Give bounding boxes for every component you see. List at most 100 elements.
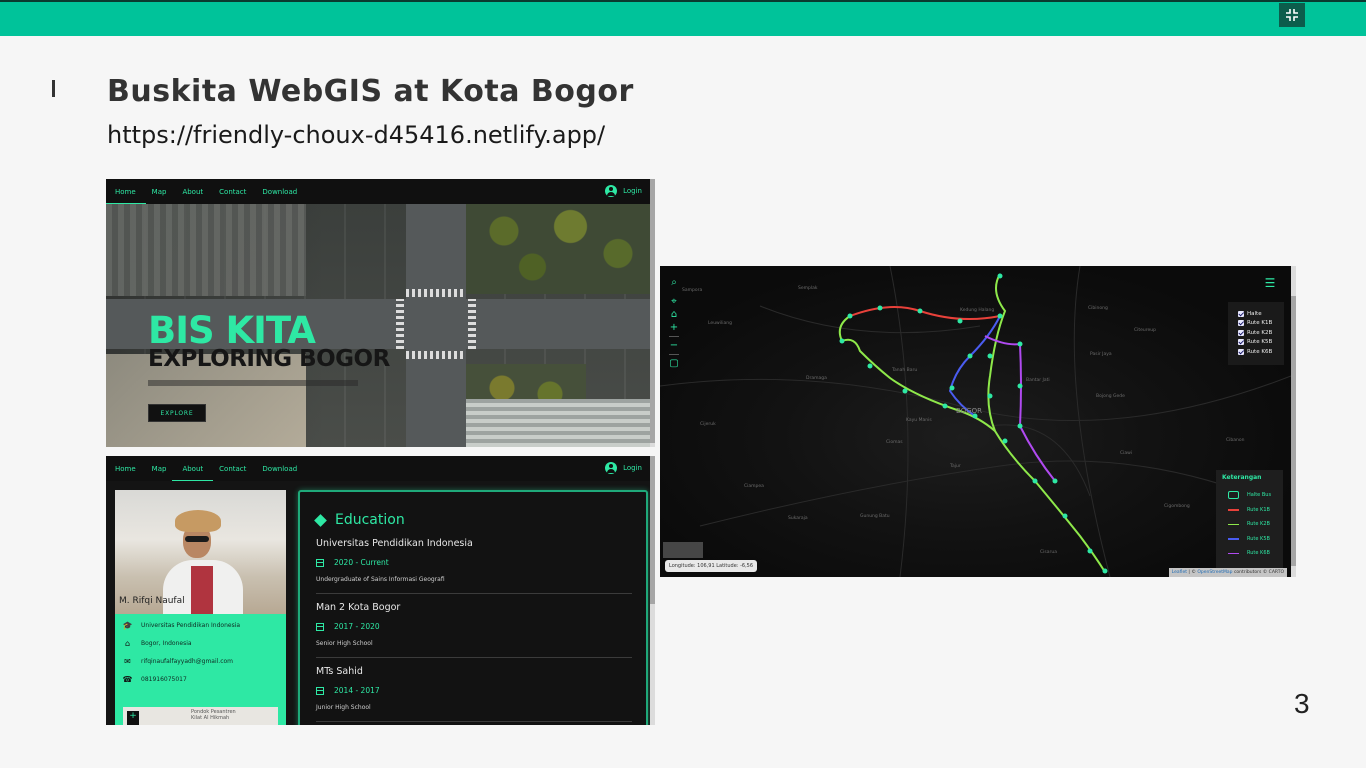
locate-icon[interactable]: ⌖ bbox=[671, 295, 677, 308]
diamond-icon bbox=[314, 513, 327, 527]
crosswalk bbox=[396, 299, 404, 349]
place-label: Cibinong bbox=[1088, 306, 1108, 311]
profile-info: 🎓 Universitas Pendidikan Indonesia ⌂ Bog… bbox=[115, 614, 286, 725]
place-label: Sampora bbox=[682, 288, 703, 293]
checkbox-icon bbox=[1238, 339, 1244, 346]
place-label: Ciomas bbox=[886, 440, 903, 445]
checkbox-icon bbox=[1238, 329, 1244, 336]
search-icon[interactable]: ⌕ bbox=[671, 276, 677, 289]
education-card: Education Universitas Pendidikan Indones… bbox=[298, 490, 648, 725]
checkbox-icon bbox=[1238, 348, 1244, 355]
info-university: 🎓 Universitas Pendidikan Indonesia bbox=[122, 620, 241, 630]
map-scale-bar bbox=[663, 542, 703, 558]
page-number: 3 bbox=[1294, 688, 1310, 719]
map-attribution: Leaflet | © OpenStreetMap contributors ©… bbox=[1168, 568, 1287, 577]
checkbox-icon bbox=[1238, 320, 1244, 327]
about-body: M. Rifqi Naufal 🎓 Universitas Pendidikan… bbox=[106, 481, 655, 725]
hero-subtitle: EXPLORING BOGOR bbox=[148, 346, 390, 372]
calendar-icon bbox=[316, 558, 324, 567]
nav-home[interactable]: Home bbox=[115, 465, 136, 473]
nav-map[interactable]: Map bbox=[152, 188, 167, 196]
place-label: Cijeruk bbox=[700, 422, 716, 427]
legend-item: Rute K1B bbox=[1222, 503, 1283, 518]
profile-photo: M. Rifqi Naufal bbox=[115, 490, 286, 614]
slide-top-bar bbox=[0, 0, 1366, 36]
leaflet-link[interactable]: Leaflet bbox=[1172, 570, 1187, 575]
place-label: Ciampea bbox=[744, 484, 764, 489]
legend-item: Halte Bus bbox=[1222, 488, 1283, 503]
login-link[interactable]: Login bbox=[605, 462, 642, 474]
print-icon[interactable]: ▢ bbox=[669, 357, 678, 370]
profile-card: M. Rifqi Naufal 🎓 Universitas Pendidikan… bbox=[115, 490, 286, 725]
education-item: MTs Sahid 2014 - 2017 Junior High School bbox=[316, 666, 632, 722]
nav-about[interactable]: About bbox=[172, 465, 213, 481]
layer-toggle-halte[interactable]: Halte bbox=[1238, 309, 1284, 319]
calendar-icon bbox=[316, 686, 324, 695]
map-scrollbar[interactable] bbox=[1291, 266, 1296, 577]
crosswalk bbox=[406, 289, 466, 297]
legend-item: Rute K5B bbox=[1222, 532, 1283, 547]
education-item: Universitas Pendidikan Indonesia 2020 - … bbox=[316, 538, 632, 594]
place-label: Semplak bbox=[798, 286, 818, 291]
layer-control-panel: Halte Rute K1B Rute K2B Rute K5B Rute K6… bbox=[1228, 302, 1284, 365]
layer-toggle-k6b[interactable]: Rute K6B bbox=[1238, 347, 1284, 357]
aerial-city-photo: BIS KITA EXPLORING BOGOR EXPLORE bbox=[106, 204, 655, 447]
nav-download[interactable]: Download bbox=[262, 188, 297, 196]
slide-url: https://friendly-choux-d45416.netlify.ap… bbox=[107, 121, 606, 149]
info-phone: ☎ 081916075017 bbox=[122, 674, 187, 684]
nav-map[interactable]: Map bbox=[152, 465, 167, 473]
osm-link[interactable]: OpenStreetMap bbox=[1197, 570, 1232, 575]
slide-title: Buskita WebGIS at Kota Bogor bbox=[107, 74, 634, 109]
place-label: Pasir Jaya bbox=[1090, 352, 1112, 357]
exit-fullscreen-button[interactable] bbox=[1279, 3, 1305, 27]
nav-contact[interactable]: Contact bbox=[219, 188, 246, 196]
hero-screenshot: Home Map About Contact Download Login BI… bbox=[106, 179, 655, 447]
city-label: BOGOR bbox=[956, 407, 982, 415]
about-scrollbar[interactable] bbox=[650, 456, 655, 725]
zoom-out-icon[interactable]: − bbox=[670, 339, 678, 352]
coordinate-readout: Longitude: 106,91 Latitude: -6,56 bbox=[665, 560, 758, 572]
zoom-in-icon[interactable]: + bbox=[670, 321, 678, 334]
place-label: Dramaga bbox=[806, 376, 827, 381]
education-heading: Education bbox=[314, 512, 405, 528]
education-item: Man 2 Kota Bogor 2017 - 2020 Senior High… bbox=[316, 602, 632, 658]
place-label: Bantar Jati bbox=[1026, 378, 1050, 383]
user-circle-icon bbox=[605, 185, 618, 197]
layers-icon[interactable]: ☰ bbox=[1262, 276, 1278, 290]
location-mini-map[interactable]: + Pondok Pesantren Kilat Al Hikmah bbox=[123, 707, 278, 725]
building-right-bottom bbox=[466, 399, 655, 447]
nav-about[interactable]: About bbox=[182, 188, 203, 196]
home-icon[interactable]: ⌂ bbox=[671, 308, 677, 321]
map-toolbar: ⌕ ⌖ ⌂ + − ▢ bbox=[667, 276, 681, 370]
user-circle-icon bbox=[605, 462, 618, 474]
place-label: Gunung Batu bbox=[860, 514, 890, 519]
zoom-in-button[interactable]: + bbox=[127, 711, 139, 725]
hero-scrollbar[interactable] bbox=[650, 179, 655, 447]
info-email: ✉ rifqinaufalfayyadh@gmail.com bbox=[124, 656, 234, 666]
nav-contact[interactable]: Contact bbox=[219, 465, 246, 473]
about-navbar: Home Map About Contact Download Login bbox=[106, 456, 650, 481]
explore-button[interactable]: EXPLORE bbox=[148, 404, 206, 422]
info-location: ⌂ Bogor, Indonesia bbox=[124, 638, 192, 648]
place-label: Ciawi bbox=[1120, 451, 1133, 456]
graduation-cap-icon: 🎓 bbox=[122, 620, 133, 630]
layer-toggle-k1b[interactable]: Rute K1B bbox=[1238, 319, 1284, 329]
nav-home[interactable]: Home bbox=[106, 188, 146, 204]
place-label: Citeureup bbox=[1134, 328, 1157, 333]
layer-toggle-k2b[interactable]: Rute K2B bbox=[1238, 328, 1284, 338]
layer-toggle-k5b[interactable]: Rute K5B bbox=[1238, 338, 1284, 348]
hero-tagline-placeholder bbox=[148, 380, 358, 386]
legend-title: Keterangan bbox=[1222, 474, 1262, 481]
nav-download[interactable]: Download bbox=[262, 465, 297, 473]
place-label: Kayu Manis bbox=[906, 418, 932, 423]
slide-bullet-mark bbox=[52, 80, 55, 97]
crosswalk bbox=[406, 351, 466, 359]
map-legend: Keterangan Halte Bus Rute K1B Rute K2B R… bbox=[1216, 470, 1283, 568]
building-left-top bbox=[106, 204, 306, 296]
webgis-map[interactable]: BOGOR Sampora Semplak Kedung Halang Cibi… bbox=[660, 266, 1291, 577]
road-vertical bbox=[406, 204, 466, 447]
place-label: Kedung Halang bbox=[960, 308, 995, 313]
map-poi-label: Pondok Pesantren Kilat Al Hikmah bbox=[191, 709, 236, 721]
tree-canopy bbox=[466, 204, 655, 294]
login-link[interactable]: Login bbox=[605, 185, 642, 197]
